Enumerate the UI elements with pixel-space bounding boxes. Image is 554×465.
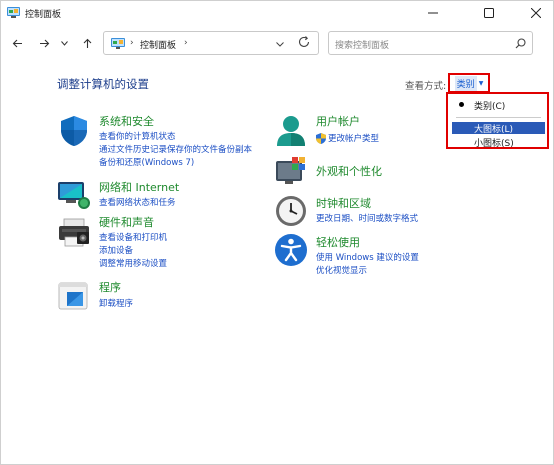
category-title[interactable]: 程序 (99, 279, 121, 295)
breadcrumb-control-panel[interactable]: 控制面板 (140, 38, 176, 51)
link-change-account-type[interactable]: 更改帐户类型 (328, 132, 379, 144)
minimize-icon (428, 12, 438, 14)
category-ease-of-access: 轻松使用 使用 Windows 建议的设置 优化视觉显示 (274, 233, 474, 277)
uac-shield-icon (316, 133, 326, 144)
printer-icon[interactable] (57, 215, 91, 249)
control-panel-app-icon (7, 7, 20, 18)
clock-icon[interactable] (274, 194, 308, 228)
link-check-computer-status[interactable]: 查看你的计算机状态 (99, 130, 176, 142)
shield-icon[interactable] (57, 114, 91, 148)
category-appearance: 外观和个性化 (274, 157, 474, 191)
navigation-bar: › 控制面板 › 搜索控制面板 (1, 28, 553, 58)
view-by-dropdown[interactable]: 类别 ▼ (448, 73, 490, 93)
recent-locations-button[interactable] (58, 34, 70, 52)
menu-item-category[interactable]: 类别(C) (452, 99, 545, 112)
link-mobility-settings[interactable]: 调整常用移动设置 (99, 257, 167, 269)
back-button[interactable] (8, 34, 26, 52)
link-file-history[interactable]: 通过文件历史记录保存你的文件备份副本 (99, 143, 252, 155)
caret-down-icon: ▼ (478, 79, 484, 87)
selected-bullet-icon (459, 102, 464, 107)
view-by-value[interactable]: 类别 (454, 75, 477, 91)
refresh-icon[interactable] (297, 35, 311, 49)
view-by-label: 查看方式: (405, 81, 447, 92)
category-title[interactable]: 外观和个性化 (316, 163, 382, 179)
link-change-date-time-format[interactable]: 更改日期、时间或数字格式 (316, 212, 418, 224)
close-icon (531, 8, 541, 18)
category-title[interactable]: 轻松使用 (316, 234, 360, 250)
link-uninstall-program[interactable]: 卸载程序 (99, 297, 133, 309)
category-hardware-sound: 硬件和声音 查看设备和打印机 添加设备 调整常用移动设置 (57, 215, 257, 271)
link-optimize-visual-display[interactable]: 优化视觉显示 (316, 264, 367, 276)
up-button[interactable] (78, 34, 96, 52)
close-button[interactable] (519, 1, 553, 25)
maximize-button[interactable] (472, 1, 506, 25)
category-title[interactable]: 硬件和声音 (99, 214, 154, 230)
menu-item-label: 类别(C) (474, 102, 506, 112)
category-programs: 程序 卸载程序 (57, 279, 257, 315)
page-title: 调整计算机的设置 (57, 77, 149, 91)
minimize-button[interactable] (416, 1, 450, 25)
appearance-icon[interactable] (274, 157, 308, 191)
arrow-up-icon (83, 38, 91, 48)
user-icon[interactable] (274, 114, 308, 148)
title-bar: 控制面板 (1, 1, 553, 25)
search-placeholder[interactable]: 搜索控制面板 (335, 38, 389, 51)
link-add-device[interactable]: 添加设备 (99, 244, 133, 256)
maximize-icon (484, 8, 494, 18)
category-system-security: 系统和安全 查看你的计算机状态 通过文件历史记录保存你的文件备份副本 备份和还原… (57, 114, 257, 174)
category-clock-region: 时钟和区域 更改日期、时间或数字格式 (274, 194, 474, 228)
link-backup-restore[interactable]: 备份和还原(Windows 7) (99, 156, 194, 168)
network-icon[interactable] (57, 178, 91, 212)
search-box[interactable]: 搜索控制面板 (328, 31, 533, 55)
chevron-down-icon (60, 40, 68, 46)
arrow-left-icon (12, 39, 22, 47)
address-bar[interactable]: › 控制面板 › (103, 31, 319, 55)
arrow-right-icon (39, 39, 49, 47)
category-network-internet: 网络和 Internet 查看网络状态和任务 (57, 178, 257, 212)
control-panel-window: 控制面板 › 控制面板 › 搜索控制面板 调整计算机的设置 查看方式: 类别 ▼… (0, 0, 554, 465)
link-devices-printers[interactable]: 查看设备和打印机 (99, 231, 167, 243)
search-icon[interactable] (515, 38, 526, 49)
breadcrumb-separator[interactable]: › (130, 38, 134, 48)
window-title: 控制面板 (25, 10, 62, 20)
menu-item-label: 小图标(S) (474, 139, 514, 149)
address-dropdown-button[interactable] (274, 38, 286, 50)
category-title[interactable]: 网络和 Internet (99, 179, 179, 195)
accessibility-icon[interactable] (274, 233, 308, 267)
category-title[interactable]: 用户帐户 (316, 113, 360, 129)
control-panel-icon (111, 38, 125, 49)
chevron-down-icon (276, 41, 284, 47)
link-network-status[interactable]: 查看网络状态和任务 (99, 196, 176, 208)
breadcrumb-separator[interactable]: › (184, 38, 188, 48)
programs-icon[interactable] (57, 279, 91, 313)
link-windows-recommended-settings[interactable]: 使用 Windows 建议的设置 (316, 251, 419, 263)
menu-item-label: 大图标(L) (474, 125, 514, 135)
category-title[interactable]: 系统和安全 (99, 113, 154, 129)
forward-button[interactable] (35, 34, 53, 52)
category-user-accounts: 用户帐户 更改帐户类型 (274, 114, 474, 150)
category-title[interactable]: 时钟和区域 (316, 195, 371, 211)
